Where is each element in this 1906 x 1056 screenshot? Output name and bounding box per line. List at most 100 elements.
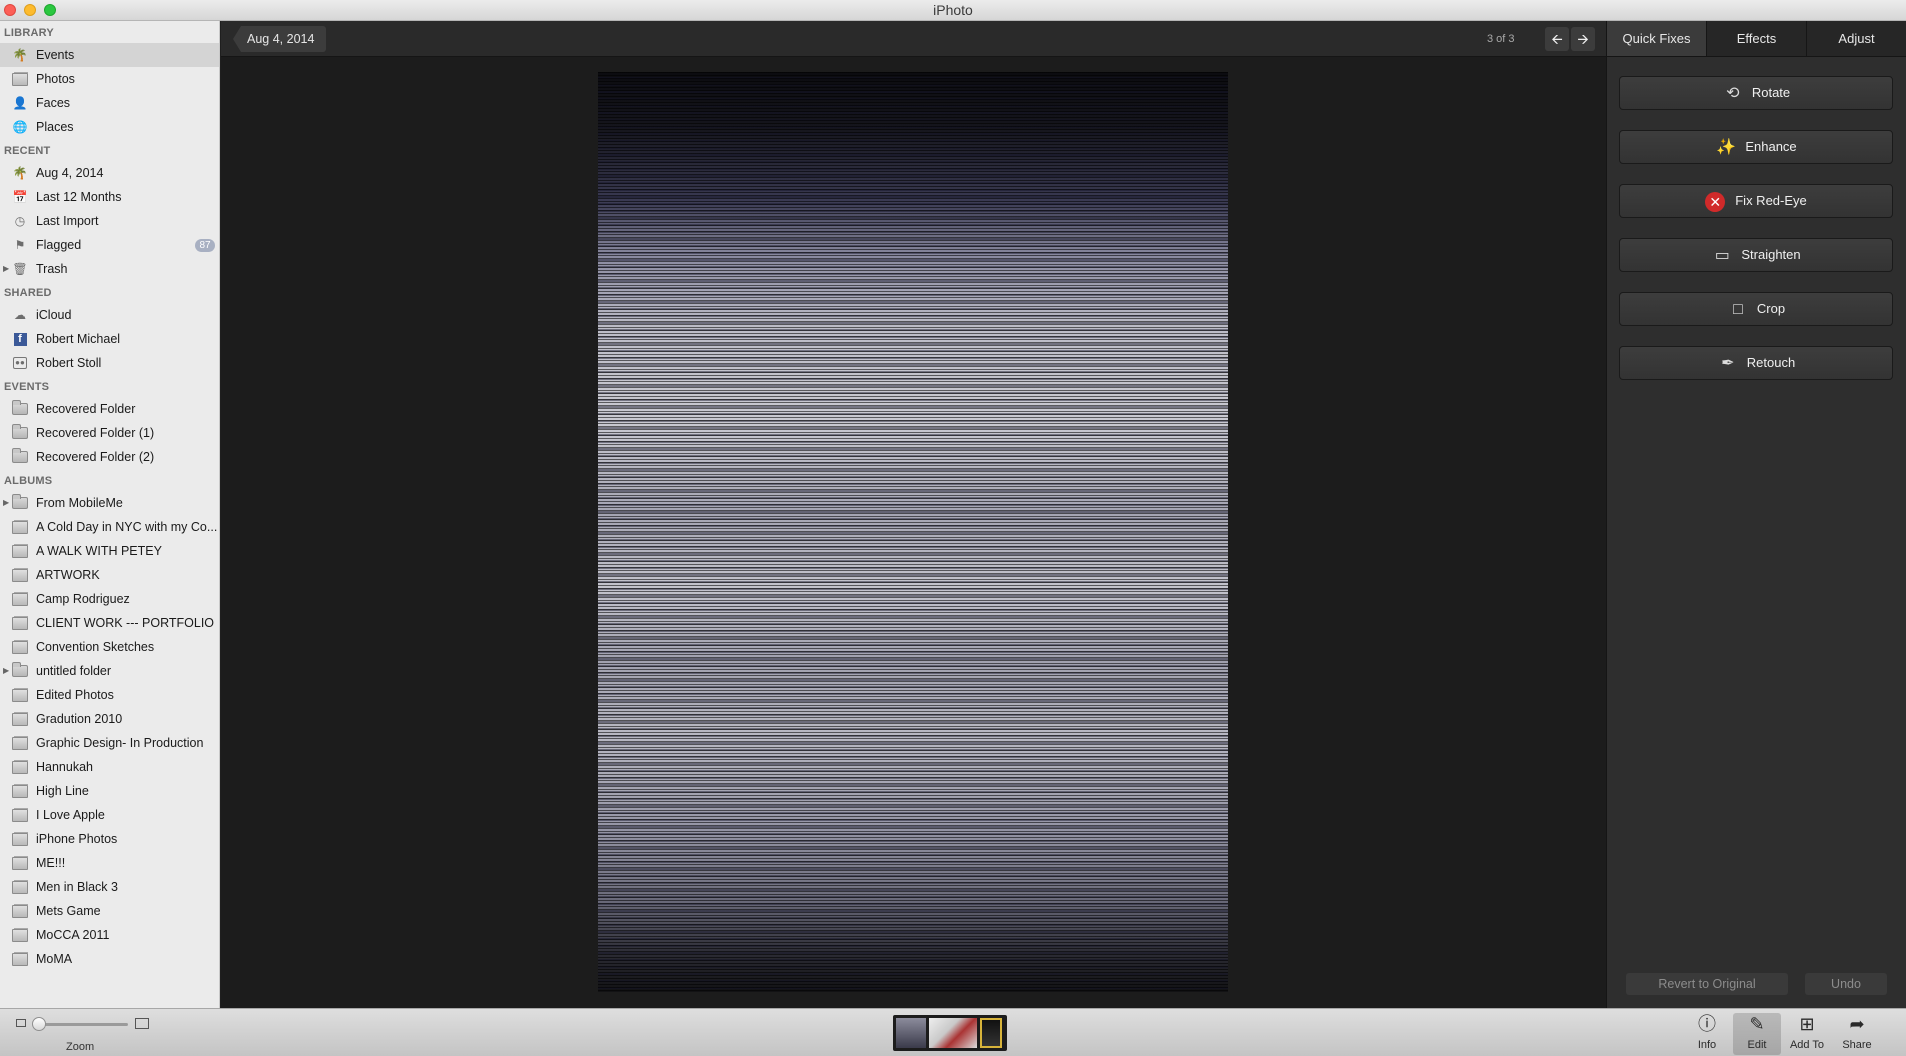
sidebar-item-event[interactable]: Recovered Folder	[0, 397, 219, 421]
crop-button[interactable]: □ Crop	[1619, 292, 1893, 326]
sidebar-item-photos[interactable]: Photos	[0, 67, 219, 91]
palm-tree-icon: 🌴	[12, 48, 28, 62]
zoom-slider[interactable]	[36, 1023, 128, 1026]
sidebar-item-album[interactable]: CLIENT WORK --- PORTFOLIO	[0, 611, 219, 635]
calendar-icon: 📅	[12, 190, 28, 204]
sidebar-item-icloud[interactable]: ☁ iCloud	[0, 303, 219, 327]
sidebar-item-album[interactable]: A Cold Day in NYC with my Co...	[0, 515, 219, 539]
zoom-window-button[interactable]	[44, 4, 56, 16]
add-to-button[interactable]: ⊞ Add To	[1783, 1013, 1831, 1055]
info-icon: ⓘ	[1698, 1014, 1716, 1034]
share-icon: ➦	[1849, 1014, 1865, 1034]
sidebar-item-places[interactable]: 🌐 Places	[0, 115, 219, 139]
sidebar-item-album[interactable]: ARTWORK	[0, 563, 219, 587]
enhance-button[interactable]: ✨ Enhance	[1619, 130, 1893, 164]
sidebar-item-album[interactable]: A WALK WITH PETEY	[0, 539, 219, 563]
sidebar-item-album[interactable]: Mets Game	[0, 899, 219, 923]
brush-icon: ✒	[1721, 354, 1735, 372]
thumbnail-selected[interactable]	[980, 1018, 1002, 1048]
album-icon	[12, 952, 28, 966]
bottom-toolbar: Zoom ⓘ Info ✎ Edit ⊞ Add To ➦ Share	[0, 1008, 1906, 1056]
sidebar-item-album-folder[interactable]: ▶ untitled folder	[0, 659, 219, 683]
thumbnail-strip	[893, 1015, 1007, 1051]
sidebar-item-robert-stoll[interactable]: ●● Robert Stoll	[0, 351, 219, 375]
sidebar-item-album[interactable]: High Line	[0, 779, 219, 803]
disclosure-triangle-icon[interactable]: ▶	[3, 491, 9, 515]
disclosure-triangle-icon[interactable]: ▶	[3, 257, 9, 281]
arrow-right-icon: 🡪	[1577, 31, 1589, 47]
album-icon	[12, 904, 28, 918]
sidebar-item-album[interactable]: iPhone Photos	[0, 827, 219, 851]
sidebar-item-album[interactable]: Gradution 2010	[0, 707, 219, 731]
fix-red-eye-button[interactable]: ✕ Fix Red-Eye	[1619, 184, 1893, 218]
edit-panel: Quick Fixes Effects Adjust ⟲ Rotate ✨ Enha…	[1606, 21, 1906, 1008]
sidebar-item-album[interactable]: I Love Apple	[0, 803, 219, 827]
info-button[interactable]: ⓘ Info	[1683, 1013, 1731, 1055]
window-title: iPhoto	[933, 2, 973, 18]
sidebar-item-album[interactable]: Hannukah	[0, 755, 219, 779]
album-icon	[12, 616, 28, 630]
sidebar-item-album-folder[interactable]: ▶ From MobileMe	[0, 491, 219, 515]
sidebar-item-album[interactable]: Graphic Design- In Production	[0, 731, 219, 755]
breadcrumb-back-button[interactable]: Aug 4, 2014	[233, 26, 327, 52]
sidebar-item-last-12-months[interactable]: 📅 Last 12 Months	[0, 185, 219, 209]
sidebar: LIBRARY 🌴 Events Photos 👤 Faces 🌐 Places…	[0, 21, 220, 1008]
sidebar-item-album[interactable]: Camp Rodriguez	[0, 587, 219, 611]
sidebar-item-faces[interactable]: 👤 Faces	[0, 91, 219, 115]
album-icon	[12, 736, 28, 750]
sidebar-item-events[interactable]: 🌴 Events	[0, 43, 219, 67]
close-window-button[interactable]	[4, 4, 16, 16]
edit-button[interactable]: ✎ Edit	[1733, 1013, 1781, 1055]
thumbnail[interactable]	[896, 1018, 926, 1048]
tab-quick-fixes[interactable]: Quick Fixes	[1607, 21, 1707, 56]
next-photo-button[interactable]: 🡪	[1571, 27, 1595, 51]
flickr-icon: ●●	[12, 356, 28, 370]
sidebar-item-album[interactable]: Men in Black 3	[0, 875, 219, 899]
sidebar-item-album[interactable]: Convention Sketches	[0, 635, 219, 659]
globe-icon: 🌐	[12, 120, 28, 134]
sidebar-item-album[interactable]: MoCCA 2011	[0, 923, 219, 947]
album-icon	[12, 928, 28, 942]
straighten-button[interactable]: ▭ Straighten	[1619, 238, 1893, 272]
viewer-toolbar: Aug 4, 2014 3 of 3 🡨 🡪	[221, 21, 1606, 57]
album-icon	[12, 520, 28, 534]
sidebar-item-robert-michael[interactable]: f Robert Michael	[0, 327, 219, 351]
undo-button[interactable]: Undo	[1805, 973, 1887, 995]
albums-heading: ALBUMS	[4, 475, 53, 487]
rotate-button[interactable]: ⟲ Rotate	[1619, 76, 1893, 110]
folder-icon	[12, 662, 28, 678]
zoom-in-icon	[135, 1018, 149, 1029]
zoom-slider-knob[interactable]	[32, 1017, 46, 1031]
photo-viewer	[221, 57, 1606, 1008]
magic-wand-icon: ✨	[1716, 138, 1737, 156]
sidebar-item-trash[interactable]: ▶ 🗑 Trash	[0, 257, 219, 281]
album-icon	[12, 640, 28, 654]
album-icon	[12, 856, 28, 870]
tab-effects[interactable]: Effects	[1707, 21, 1807, 56]
sidebar-item-last-import[interactable]: ◷ Last Import	[0, 209, 219, 233]
title-bar: iPhoto	[0, 0, 1906, 21]
previous-photo-button[interactable]: 🡨	[1545, 27, 1569, 51]
cloud-icon: ☁	[14, 308, 26, 322]
photo-image[interactable]	[598, 72, 1228, 992]
minimize-window-button[interactable]	[24, 4, 36, 16]
red-eye-icon: ✕	[1705, 191, 1726, 212]
disclosure-triangle-icon[interactable]: ▶	[3, 659, 9, 683]
share-button[interactable]: ➦ Share	[1833, 1013, 1881, 1055]
sidebar-item-flagged[interactable]: ⚑ Flagged 87	[0, 233, 219, 257]
rotate-icon: ⟲	[1726, 84, 1740, 102]
album-icon	[12, 784, 28, 798]
sidebar-item-album[interactable]: ME!!!	[0, 851, 219, 875]
plus-icon: ⊞	[1799, 1014, 1815, 1034]
sidebar-item-event[interactable]: Recovered Folder (2)	[0, 445, 219, 469]
tab-adjust[interactable]: Adjust	[1807, 21, 1906, 56]
thumbnail[interactable]	[929, 1018, 977, 1048]
sidebar-item-album[interactable]: Edited Photos	[0, 683, 219, 707]
palm-tree-icon: 🌴	[12, 166, 28, 180]
sidebar-item-event[interactable]: Recovered Folder (1)	[0, 421, 219, 445]
album-icon	[12, 544, 28, 558]
sidebar-item-album[interactable]: MoMA	[0, 947, 219, 971]
sidebar-item-aug-4-2014[interactable]: 🌴 Aug 4, 2014	[0, 161, 219, 185]
retouch-button[interactable]: ✒ Retouch	[1619, 346, 1893, 380]
revert-to-original-button[interactable]: Revert to Original	[1626, 973, 1788, 995]
